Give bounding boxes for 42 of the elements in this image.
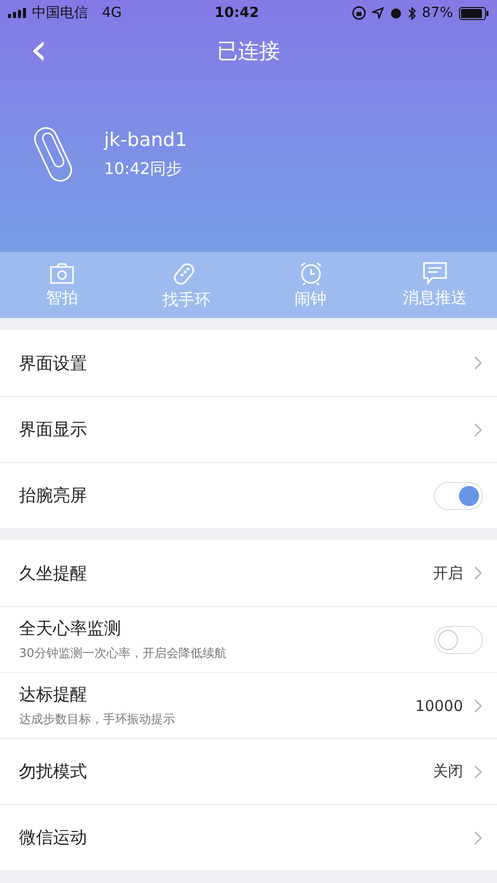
chevron-icon xyxy=(473,830,483,846)
status-time: 10:42 xyxy=(214,5,260,21)
setting-label: 界面设置 xyxy=(19,352,88,374)
battery-percent: 87% xyxy=(422,5,453,21)
alarm-clock-icon xyxy=(298,260,324,286)
setting-label: 全天心率监测 xyxy=(19,618,122,640)
toggle-switch[interactable] xyxy=(434,482,483,510)
setting-value: 开启 xyxy=(433,564,463,582)
back-button[interactable]: ‹ xyxy=(24,32,54,68)
alarm-icon xyxy=(390,7,402,19)
shortcut-button[interactable]: 消息推送 xyxy=(372,252,497,318)
chevron-icon xyxy=(473,698,483,714)
toggle-switch[interactable] xyxy=(434,626,483,654)
location-icon xyxy=(372,7,384,19)
shortcut-button[interactable]: 找手环 xyxy=(124,252,248,318)
shortcut-button[interactable]: 智拍 xyxy=(0,252,124,318)
setting-description: 达成步数目标，手环振动提示 xyxy=(19,711,176,728)
network-type: 4G xyxy=(102,5,122,21)
setting-label: 久坐提醒 xyxy=(19,562,88,584)
message-icon xyxy=(422,261,448,285)
device-name: jk-band1 xyxy=(104,128,188,150)
chevron-icon xyxy=(473,764,483,780)
battery-icon xyxy=(459,6,489,20)
rotation-lock-icon xyxy=(352,6,366,20)
page-title: 已连接 xyxy=(217,38,280,65)
setting-description: 30分钟监测一次心率，开启会降低续航 xyxy=(19,645,228,662)
setting-value: 10000 xyxy=(415,696,463,714)
sync-time: 10:42同步 xyxy=(104,158,184,180)
chevron-icon xyxy=(473,565,483,581)
carrier-name: 中国电信 xyxy=(32,4,88,22)
signal-icon xyxy=(8,8,26,18)
shortcut-button[interactable]: 闹钟 xyxy=(248,252,373,318)
camera-icon xyxy=(49,261,76,285)
setting-label: 抬腕亮屏 xyxy=(19,485,88,507)
setting-label: 勿扰模式 xyxy=(19,761,88,783)
setting-label: 微信运动 xyxy=(19,827,88,849)
chevron-icon xyxy=(473,355,483,371)
setting-label: 界面显示 xyxy=(19,419,88,441)
setting-value: 关闭 xyxy=(433,762,463,781)
bluetooth-icon xyxy=(408,6,416,20)
setting-label: 达标提醒 xyxy=(19,684,88,706)
chevron-icon xyxy=(473,422,483,438)
